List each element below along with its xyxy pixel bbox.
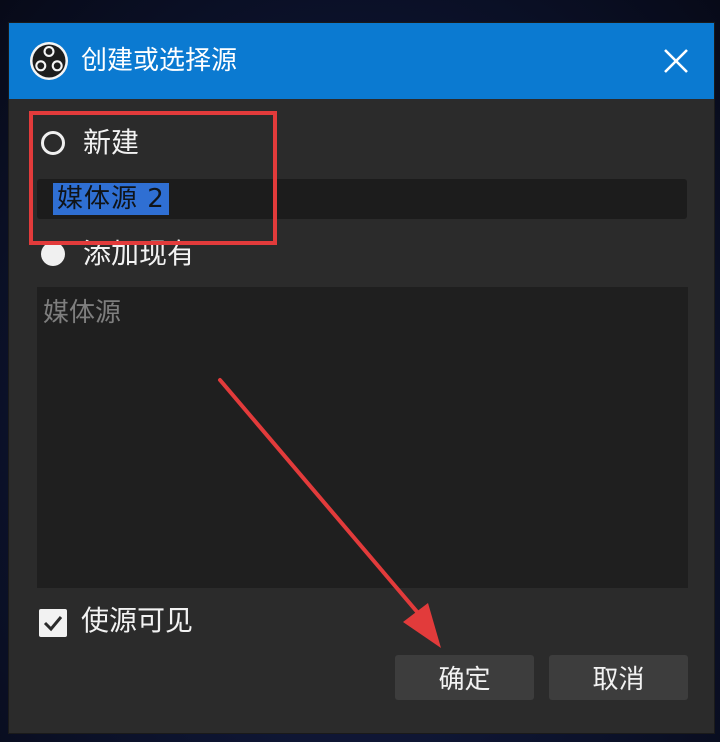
close-button[interactable] xyxy=(638,23,714,99)
add-existing-label: 添加现有 xyxy=(83,237,196,270)
close-icon xyxy=(664,49,688,73)
create-select-source-dialog: 创建或选择源 新建 媒体源 2 添加现有 媒体源 使源可见 确定 取消 xyxy=(8,22,715,734)
cancel-button[interactable]: 取消 xyxy=(549,655,688,700)
source-name-value: 媒体源 2 xyxy=(53,183,169,215)
make-visible-checkbox[interactable] xyxy=(39,609,67,637)
new-source-radio[interactable] xyxy=(41,131,65,155)
new-source-label: 新建 xyxy=(83,126,140,159)
title-bar: 创建或选择源 xyxy=(9,23,714,99)
ok-button[interactable]: 确定 xyxy=(395,655,534,700)
obs-logo-icon xyxy=(30,42,68,80)
list-item[interactable]: 媒体源 xyxy=(43,295,121,331)
existing-sources-list[interactable]: 媒体源 xyxy=(37,287,688,588)
source-name-input[interactable]: 媒体源 2 xyxy=(37,179,687,219)
add-existing-radio[interactable] xyxy=(41,242,65,266)
checkmark-icon xyxy=(43,616,63,632)
make-visible-label: 使源可见 xyxy=(81,604,194,637)
dialog-title: 创建或选择源 xyxy=(81,46,238,76)
